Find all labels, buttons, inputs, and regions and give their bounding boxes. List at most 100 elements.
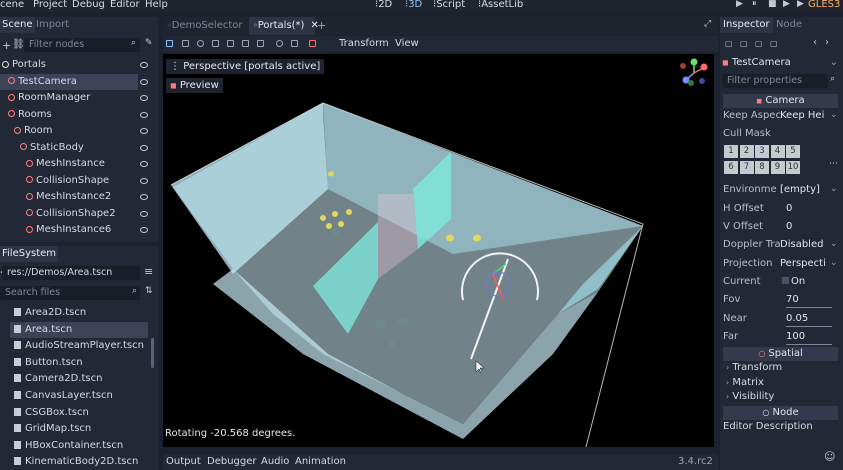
- tab-portals[interactable]: ◦Portals(*) ✕: [249, 17, 319, 35]
- cull-mask-layer[interactable]: 1: [724, 145, 738, 158]
- play-scene-icon[interactable]: ▶: [783, 0, 790, 9]
- add-node-icon[interactable]: +: [2, 39, 11, 52]
- workspace-3d-button[interactable]: ⁝3D: [405, 0, 422, 10]
- fov-slider[interactable]: [786, 307, 832, 308]
- visibility-eye-icon[interactable]: [140, 95, 148, 101]
- prop-keep-aspect-value[interactable]: Keep Hei: [780, 110, 824, 121]
- object-selector[interactable]: ◼ TestCamera ⌄: [722, 55, 840, 70]
- scene-tree-item[interactable]: TestCamera: [0, 73, 138, 90]
- file-list-item[interactable]: CanvasLayer.tscn: [10, 388, 148, 404]
- cull-mask-layer[interactable]: 2: [739, 145, 754, 158]
- menu-scene[interactable]: cene: [0, 0, 24, 10]
- file-list-item[interactable]: GridMap.tscn: [10, 421, 148, 437]
- scene-tree-item[interactable]: RoomManager: [0, 90, 138, 106]
- group-icon[interactable]: [257, 40, 264, 47]
- menu-help[interactable]: Help: [145, 0, 168, 10]
- prop-fov-value[interactable]: 70: [786, 294, 799, 305]
- tab-output[interactable]: Output: [166, 456, 201, 467]
- scene-tree-item[interactable]: MeshInstance2: [0, 189, 138, 205]
- filter-properties-input[interactable]: Filter properties: [722, 74, 828, 88]
- file-list-item[interactable]: KinematicBody2D.tscn: [10, 454, 148, 470]
- scene-tree-item[interactable]: Rooms: [0, 107, 138, 123]
- visibility-eye-icon[interactable]: [140, 161, 148, 167]
- tab-audio[interactable]: Audio: [261, 456, 289, 467]
- spatial-section-header[interactable]: ○ Spatial: [723, 347, 838, 361]
- menu-project[interactable]: Project: [33, 0, 67, 10]
- history-forward-icon[interactable]: ›: [825, 37, 829, 48]
- workspace-assetlib-button[interactable]: ⁝AssetLib: [478, 0, 523, 10]
- scene-tree-item[interactable]: Room: [0, 123, 138, 139]
- camera-section-header[interactable]: ◼ Camera: [723, 94, 838, 108]
- near-slider[interactable]: [786, 326, 832, 327]
- local-space-icon[interactable]: [276, 40, 283, 47]
- sort-icon[interactable]: ⇅: [145, 286, 153, 296]
- cull-mask-layer[interactable]: 6: [724, 161, 738, 174]
- rotate-tool-icon[interactable]: [197, 40, 204, 47]
- tab-filesystem[interactable]: FileSystem: [0, 246, 59, 262]
- select-tool-icon[interactable]: [166, 40, 173, 47]
- cull-mask-layer[interactable]: 10: [786, 161, 800, 174]
- tab-animation[interactable]: Animation: [295, 456, 346, 467]
- new-resource-icon[interactable]: ▢: [725, 39, 733, 48]
- cull-mask-layer[interactable]: 4: [770, 145, 785, 158]
- preview-toggle[interactable]: ◼ Preview: [166, 78, 223, 93]
- file-list-item[interactable]: Area2D.tscn: [10, 305, 148, 321]
- transform-menu[interactable]: Transform: [339, 38, 389, 49]
- more-icon[interactable]: ⋯: [829, 159, 838, 169]
- file-list-item[interactable]: Area.tscn: [10, 321, 148, 338]
- prop-h-offset-value[interactable]: 0: [786, 203, 792, 214]
- resource-menu-icon[interactable]: ▢: [770, 39, 778, 48]
- script-attach-icon[interactable]: ✎: [145, 38, 153, 48]
- play-custom-icon[interactable]: ▶: [797, 0, 804, 9]
- link-icon[interactable]: ⛓: [12, 39, 25, 50]
- view-menu[interactable]: View: [395, 38, 419, 49]
- prop-v-offset-value[interactable]: 0: [786, 221, 792, 232]
- filter-nodes-input[interactable]: Filter nodes: [24, 38, 140, 52]
- tab-debugger[interactable]: Debugger: [207, 456, 257, 467]
- far-slider[interactable]: [786, 344, 832, 345]
- visibility-eye-icon[interactable]: [140, 227, 148, 233]
- scale-tool-icon[interactable]: [212, 40, 219, 47]
- cull-mask-layer[interactable]: 9: [770, 161, 785, 174]
- filesystem-scrollbar[interactable]: [151, 338, 154, 368]
- play-icon[interactable]: ▶: [736, 0, 743, 9]
- distraction-free-icon[interactable]: ⤢: [704, 19, 711, 29]
- scene-tree-item[interactable]: CollisionShape: [0, 173, 138, 189]
- prop-far-value[interactable]: 100: [786, 331, 805, 342]
- prop-doppler-value[interactable]: Disabled: [780, 239, 823, 250]
- add-tab-icon[interactable]: +: [317, 19, 326, 32]
- file-list-item[interactable]: CSGBox.tscn: [10, 405, 148, 421]
- stop-icon[interactable]: ■: [768, 0, 777, 9]
- tab-inspector[interactable]: Inspector: [720, 17, 773, 33]
- file-list-item[interactable]: AudioStreamPlayer.tscn: [10, 338, 148, 354]
- 3d-viewport[interactable]: ⋮ Perspective [portals active] ◼ Preview…: [163, 54, 714, 447]
- visibility-eye-icon[interactable]: [140, 210, 148, 217]
- perspective-menu[interactable]: ⋮ Perspective [portals active]: [166, 59, 325, 74]
- node-section-header[interactable]: ○ Node: [723, 406, 838, 420]
- scene-tree-item[interactable]: MeshInstance: [0, 156, 138, 172]
- visibility-eye-icon[interactable]: [140, 144, 148, 151]
- visibility-eye-icon[interactable]: [140, 78, 148, 85]
- tab-demoselector[interactable]: ◦DemoSelector: [163, 17, 247, 35]
- scene-tree-item[interactable]: MeshInstance6: [0, 222, 138, 238]
- menu-debug[interactable]: Debug: [72, 0, 105, 10]
- visibility-eye-icon[interactable]: [140, 128, 148, 134]
- visibility-eye-icon[interactable]: [140, 177, 148, 184]
- prop-environment-value[interactable]: [empty]: [780, 184, 820, 195]
- prop-near-value[interactable]: 0.05: [786, 313, 808, 324]
- lock-icon[interactable]: [242, 40, 249, 47]
- file-list-item[interactable]: HBoxContainer.tscn: [10, 438, 148, 454]
- cull-mask-layer[interactable]: 3: [755, 145, 769, 158]
- cull-mask-layer[interactable]: 7: [739, 161, 754, 174]
- renderer-label[interactable]: GLES3: [808, 0, 840, 10]
- list-select-icon[interactable]: [227, 40, 234, 47]
- save-resource-icon[interactable]: ▢: [755, 39, 763, 48]
- workspace-script-button[interactable]: ⁝Script: [433, 0, 465, 10]
- scene-tree-item[interactable]: StaticBody: [0, 140, 138, 156]
- history-back-icon[interactable]: ‹: [813, 37, 817, 48]
- path-field[interactable]: res://Demos/Area.tscn: [2, 266, 140, 280]
- camera-override-icon[interactable]: [309, 40, 316, 47]
- workspace-2d-button[interactable]: ⁝2D: [375, 0, 392, 10]
- load-resource-icon[interactable]: ▢: [740, 39, 748, 48]
- move-tool-icon[interactable]: [182, 40, 189, 47]
